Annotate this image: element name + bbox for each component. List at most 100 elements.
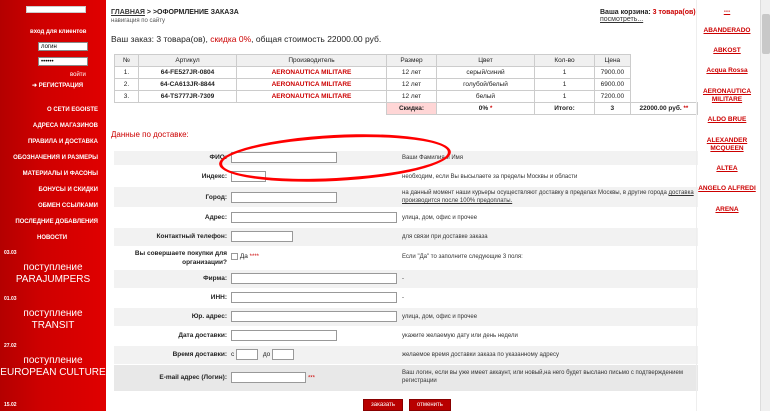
- hint-delivery-time: желаемое время доставки заказа по указан…: [402, 352, 559, 358]
- company-input[interactable]: [231, 273, 397, 284]
- row-color: голубой/белый: [436, 78, 535, 91]
- legal-address-input[interactable]: [231, 311, 397, 322]
- register-link[interactable]: ➜ РЕГИСТРАЦИЯ: [32, 82, 83, 89]
- news-date: 03.03: [4, 250, 17, 256]
- hint-address: улица, дом, офис и прочее: [402, 215, 478, 221]
- row-maker-link[interactable]: AERONAUTICA MILITARE: [236, 90, 387, 103]
- organization-checkbox[interactable]: [231, 253, 238, 260]
- news-text: поступление: [23, 355, 83, 366]
- submit-order-button[interactable]: заказать: [363, 399, 403, 411]
- email-input[interactable]: [231, 372, 306, 383]
- menu-item-addresses[interactable]: АДРЕСА МАГАЗИНОВ: [0, 118, 106, 134]
- row-maker-link[interactable]: AERONAUTICA MILITARE: [236, 78, 387, 91]
- login-title: вход для клиентов: [30, 29, 87, 35]
- col-article: Артикул: [138, 54, 237, 67]
- city-input[interactable]: [231, 192, 337, 203]
- vertical-scrollbar[interactable]: [760, 0, 770, 411]
- delivery-date-input[interactable]: [231, 330, 337, 341]
- news-text: поступление: [23, 262, 83, 273]
- brand-list: --- ABANDERADO ABKOST Acqua Rossa AERONA…: [696, 0, 770, 411]
- row-article: 64-FE527JR-0804: [138, 66, 237, 79]
- col-price: Цена: [594, 54, 631, 67]
- table-row: 1. 64-FE527JR-0804 AERONAUTICA MILITARE …: [114, 66, 698, 79]
- hint-email: Ваш логин, если вы уже имеет аккаунт, ил…: [402, 370, 683, 384]
- news-brand: PARAJUMPERS: [15, 274, 91, 285]
- form-row-legal-address: Юр. адрес: улица, дом, офис и прочее: [114, 308, 698, 326]
- breadcrumb-current: >ОФОРМЛЕНИЕ ЗАКАЗА: [152, 9, 239, 16]
- menu-item-materials[interactable]: МАТЕРИАЛЫ И ФАСОНЫ: [0, 166, 106, 182]
- scrollbar-thumb[interactable]: [762, 14, 770, 54]
- brand-link[interactable]: ---: [697, 8, 757, 16]
- password-field[interactable]: ••••••: [38, 57, 88, 66]
- inn-input[interactable]: [231, 292, 397, 303]
- hint-legal-address: улица, дом, офис и прочее: [402, 314, 478, 320]
- organization-option-label: Да: [239, 253, 248, 261]
- brand-link[interactable]: ANGELO ALFREDI: [697, 185, 757, 193]
- phone-input[interactable]: [231, 231, 293, 242]
- brand-link[interactable]: ARENA: [697, 206, 757, 214]
- row-maker-link[interactable]: AERONAUTICA MILITARE: [236, 66, 387, 79]
- time-from-input[interactable]: [236, 349, 259, 360]
- news-item[interactable]: 03.03 поступление PARAJUMPERS: [0, 250, 106, 286]
- address-input[interactable]: [231, 212, 397, 223]
- hint-delivery-date: укажите желаемую дату или день недели: [402, 333, 518, 339]
- summary-discount: скидка 0%: [210, 34, 252, 44]
- cart-view-link[interactable]: посмотреть...: [600, 16, 696, 23]
- hint-inn: -: [402, 295, 404, 301]
- brand-link[interactable]: Acqua Rossa: [697, 67, 757, 75]
- col-color: Цвет: [436, 54, 535, 67]
- brand-link[interactable]: ABANDERADO: [697, 27, 757, 35]
- menu-item-links[interactable]: ОБМЕН ССЫЛКАМИ: [0, 198, 106, 214]
- row-article: 64-TS777JR-7309: [138, 90, 237, 103]
- label-name: ФИО:: [209, 154, 227, 161]
- form-row-organization: Вы совершаете покупки для организации? Д…: [114, 247, 698, 269]
- menu-item-latest[interactable]: ПОСЛЕДНИЕ ДОБАВЛЕНИЯ: [0, 214, 106, 230]
- label-index: Индекс:: [201, 173, 227, 180]
- login-button[interactable]: войти: [70, 72, 86, 78]
- cart-label: Ваша корзина:: [600, 9, 653, 16]
- login-field[interactable]: логин: [38, 42, 88, 51]
- form-row-inn: ИНН: -: [114, 289, 698, 307]
- form-buttons: заказать отменить: [363, 399, 455, 411]
- news-date: 01.03: [4, 296, 17, 302]
- label-inn: ИНН:: [210, 294, 227, 301]
- row-size: 12 лет: [386, 90, 437, 103]
- news-item[interactable]: 01.03 поступление TRANSIT: [0, 296, 106, 332]
- label-delivery-date: Дата доставки:: [178, 332, 227, 339]
- cancel-order-button[interactable]: отменить: [408, 399, 451, 411]
- row-qty: 1: [534, 90, 595, 103]
- left-sidebar: искать вход для клиентов логин •••••• во…: [0, 0, 106, 411]
- news-title: НОВОСТИ: [37, 235, 68, 241]
- news-item[interactable]: 15.02: [0, 402, 106, 408]
- news-item[interactable]: 27.02 поступление EUROPEAN CULTURE: [0, 343, 106, 379]
- form-row-delivery-date: Дата доставки: укажите желаемую дату или…: [114, 327, 698, 345]
- news-brand: TRANSIT: [31, 320, 75, 331]
- col-size: Размер: [386, 54, 437, 67]
- row-number: 2.: [114, 78, 139, 91]
- total-qty: 3: [594, 102, 631, 115]
- total-row: Скидка: 0% * Итого: 3 22000.00 руб. **: [115, 102, 699, 115]
- search-link[interactable]: искать: [64, 8, 82, 14]
- menu-item-sizes[interactable]: ОБОЗНАЧЕНИЯ И РАЗМЕРЫ: [0, 150, 106, 166]
- cart-summary: Ваша корзина: 3 товара(ов) посмотреть...: [600, 9, 696, 23]
- brand-link[interactable]: ALTEA: [697, 165, 757, 173]
- breadcrumb: ГЛАВНАЯ > >ОФОРМЛЕНИЕ ЗАКАЗА: [111, 9, 239, 16]
- discount-label: Скидка:: [386, 102, 437, 115]
- total-label: Итого:: [534, 102, 595, 115]
- brand-link[interactable]: ALDO BRUE: [697, 116, 757, 124]
- news-date: 15.02: [4, 402, 17, 408]
- breadcrumb-home[interactable]: ГЛАВНАЯ: [111, 9, 145, 16]
- time-to-input[interactable]: [272, 349, 295, 360]
- brand-link[interactable]: AERONAUTICA MILITARE: [697, 88, 757, 104]
- label-phone: Контактный телефон:: [156, 233, 228, 240]
- menu-item-rules[interactable]: ПРАВИЛА И ДОСТАВКА: [0, 134, 106, 150]
- menu-item-bonuses[interactable]: БОНУСЫ И СКИДКИ: [0, 182, 106, 198]
- brand-link[interactable]: ABKOST: [697, 47, 757, 55]
- brand-link[interactable]: ALEXANDER MCQUEEN: [697, 137, 757, 153]
- form-row-email: E-mail адрес (Логин): *** Ваш логин, есл…: [114, 365, 698, 391]
- menu-item-about[interactable]: О СЕТИ EGOISTE: [0, 102, 106, 118]
- col-qty: Кол-во: [534, 54, 595, 67]
- label-organization: Вы совершаете покупки для организации?: [134, 250, 227, 266]
- summary-suffix: , общая стоимость 22000.00 руб.: [251, 34, 382, 44]
- news-brand: EUROPEAN CULTURE: [0, 367, 106, 378]
